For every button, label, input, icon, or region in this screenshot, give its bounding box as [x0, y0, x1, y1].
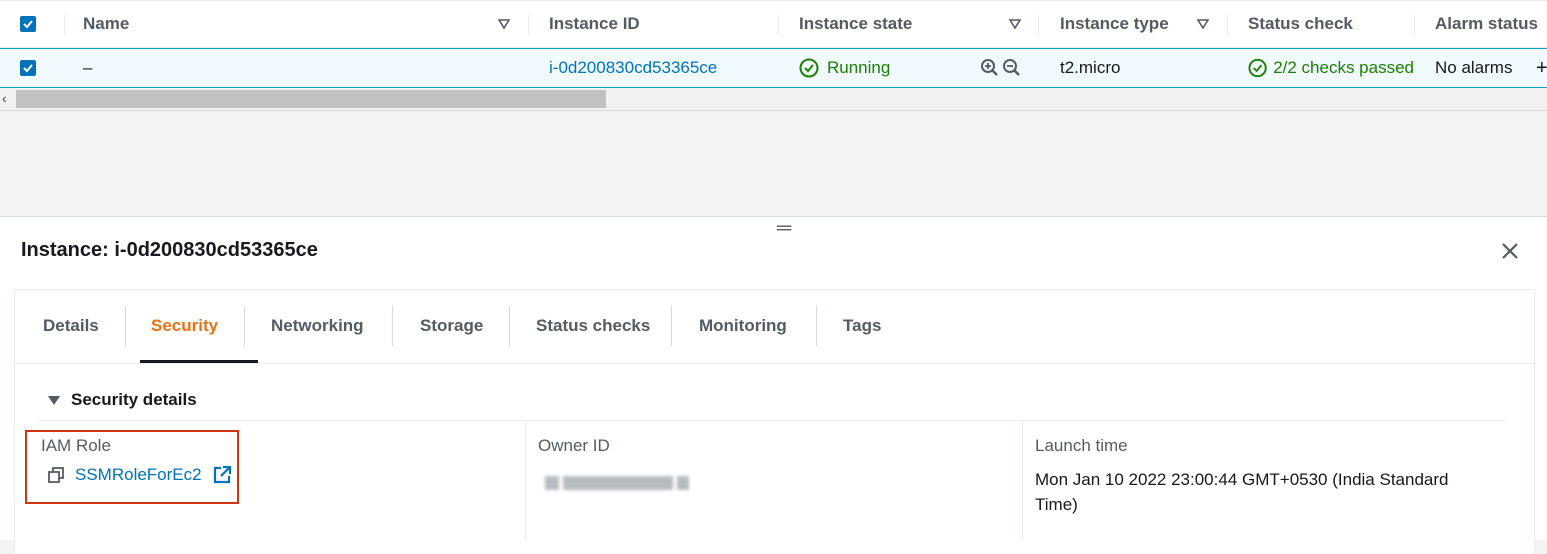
- col-header-instance-id[interactable]: Instance ID: [549, 1, 640, 47]
- scroll-left-icon[interactable]: ‹: [2, 90, 7, 106]
- zoom-out-icon[interactable]: [1002, 58, 1022, 78]
- iam-role-highlight-box: [25, 430, 239, 504]
- add-alarm-icon[interactable]: +: [1536, 49, 1547, 87]
- detail-tabs-container: Details Security Networking Storage Stat…: [14, 289, 1535, 554]
- tab-security[interactable]: Security: [151, 290, 218, 362]
- sort-caret-icon[interactable]: [1009, 1, 1021, 47]
- row-alarm-status: No alarms: [1435, 58, 1513, 77]
- launch-time-label: Launch time: [1035, 436, 1128, 455]
- status-check-text: 2/2 checks passed: [1273, 58, 1414, 77]
- tab-list: Details Security Networking Storage Stat…: [15, 290, 1534, 364]
- scrollbar-thumb[interactable]: [16, 90, 606, 108]
- security-details-toggle[interactable]: Security details: [47, 390, 197, 410]
- success-check-icon: [1248, 58, 1267, 78]
- col-header-name[interactable]: Name: [83, 1, 129, 47]
- owner-id-value-redacted: [545, 474, 689, 492]
- row-status-check[interactable]: 2/2 checks passed: [1248, 49, 1414, 87]
- sort-caret-icon[interactable]: [498, 1, 510, 47]
- launch-time-value: Mon Jan 10 2022 23:00:44 GMT+0530 (India…: [1035, 467, 1448, 517]
- owner-id-label: Owner ID: [538, 436, 610, 455]
- col-header-instance-state[interactable]: Instance state: [799, 1, 912, 47]
- row-instance-type: t2.micro: [1060, 58, 1121, 77]
- tab-status-checks[interactable]: Status checks: [536, 290, 650, 362]
- collapse-caret-icon: [48, 396, 60, 405]
- panel-title: Instance: i-0d200830cd53365ce: [21, 239, 318, 261]
- instance-state-text: Running: [827, 58, 891, 77]
- row-checkbox[interactable]: [20, 49, 36, 87]
- instance-detail-panel: ═ Instance: i-0d200830cd53365ce Details …: [0, 216, 1547, 554]
- table-header: Name Instance ID Instance state Instance…: [0, 0, 1547, 48]
- tab-networking[interactable]: Networking: [271, 290, 364, 362]
- security-tab-content: Security details IAM Role SSMRoleForEc2 …: [15, 364, 1534, 554]
- launch-time-line-1: Mon Jan 10 2022 23:00:44 GMT+0530 (India…: [1035, 470, 1449, 489]
- horizontal-scrollbar[interactable]: ‹: [0, 88, 1547, 111]
- launch-time-line-2: Time): [1035, 495, 1078, 514]
- tab-tags[interactable]: Tags: [843, 290, 881, 362]
- section-title: Security details: [71, 390, 197, 409]
- row-instance-state: Running: [799, 49, 890, 87]
- tab-monitoring[interactable]: Monitoring: [699, 290, 787, 362]
- select-all-checkbox[interactable]: [20, 1, 36, 47]
- col-header-alarm-status[interactable]: Alarm status: [1435, 1, 1538, 47]
- col-header-status-check[interactable]: Status check: [1248, 1, 1353, 47]
- zoom-in-icon[interactable]: [980, 58, 1000, 78]
- zoom-controls: [980, 49, 1022, 87]
- active-tab-indicator: [140, 360, 258, 363]
- resize-handle-icon[interactable]: ═: [777, 217, 791, 240]
- tab-details[interactable]: Details: [43, 290, 99, 362]
- tab-storage[interactable]: Storage: [420, 290, 483, 362]
- col-header-instance-type[interactable]: Instance type: [1060, 1, 1169, 47]
- table-row[interactable]: – i-0d200830cd53365ce Running t2.micro 2…: [0, 48, 1547, 88]
- checkbox-checked-icon: [20, 16, 36, 32]
- instances-table: Name Instance ID Instance state Instance…: [0, 0, 1547, 111]
- checkbox-checked-icon: [20, 60, 36, 76]
- row-instance-id-link[interactable]: i-0d200830cd53365ce: [549, 49, 717, 87]
- success-check-icon: [799, 58, 819, 78]
- sort-caret-icon[interactable]: [1197, 1, 1209, 47]
- close-icon[interactable]: [1498, 239, 1522, 263]
- row-name: –: [83, 58, 93, 77]
